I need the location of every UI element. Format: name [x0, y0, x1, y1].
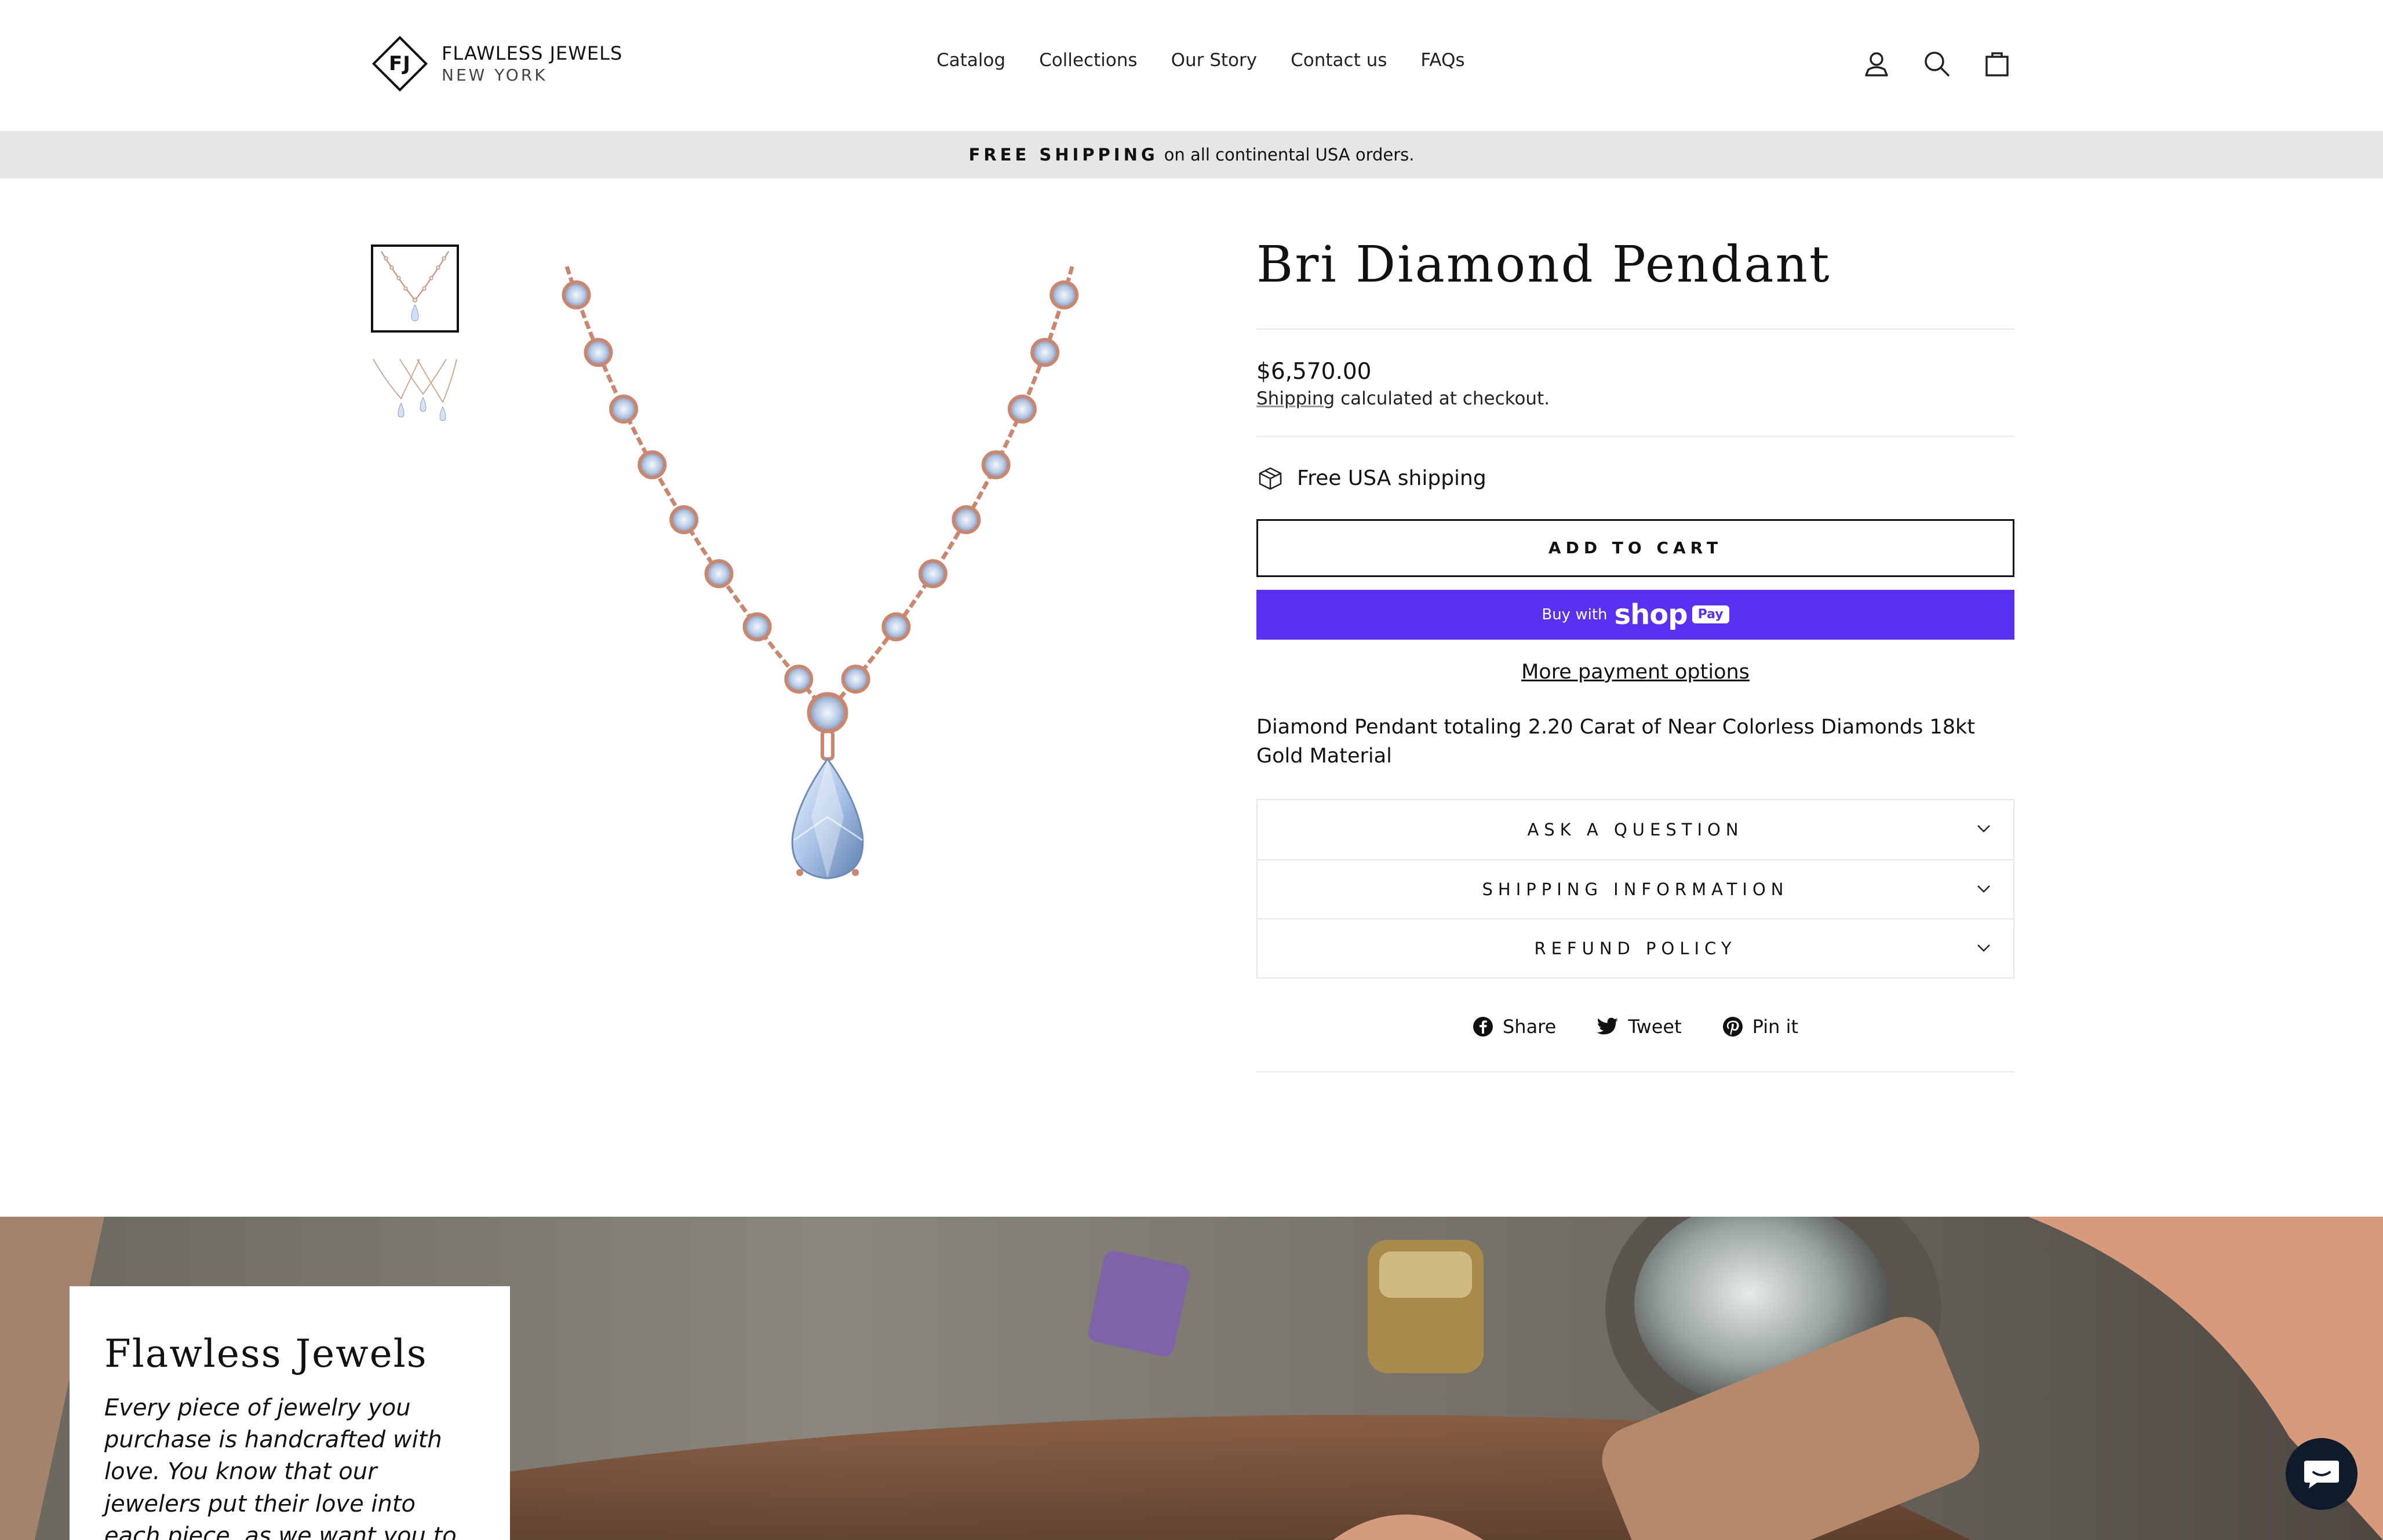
accordion-refund-policy[interactable]: REFUND POLICY	[1258, 918, 2013, 977]
pin-label: Pin it	[1752, 1016, 1799, 1038]
chain-stone	[1050, 280, 1079, 310]
logo-monogram: FJ	[389, 52, 411, 75]
chain-stone	[1030, 338, 1060, 367]
announcement-bold: FREE SHIPPING	[968, 145, 1158, 165]
chain-stone	[742, 612, 772, 641]
chevron-down-icon	[1977, 944, 1990, 952]
thumbnail-necklace-set-image	[373, 359, 457, 421]
accordion-label: ASK A QUESTION	[1527, 820, 1744, 840]
tweet-label: Tweet	[1628, 1016, 1682, 1038]
nav-contact-us[interactable]: Contact us	[1291, 50, 1387, 71]
divider	[1256, 328, 2014, 330]
product-accordion: ASK A QUESTION SHIPPING INFORMATION REFU…	[1256, 799, 2014, 979]
product-description: Diamond Pendant totaling 2.20 Carat of N…	[1256, 715, 1976, 768]
share-facebook[interactable]: Share	[1473, 1016, 1556, 1038]
logo-line1: FLAWLESS JEWELS	[442, 42, 623, 64]
shop-pay-badge: Pay	[1692, 605, 1729, 624]
chain-stone	[609, 395, 639, 424]
main-nav: Catalog Collections Our Story Contact us…	[937, 50, 1499, 71]
chain-stone	[918, 559, 948, 589]
thumbnail-2[interactable]	[371, 353, 459, 441]
divider	[1256, 1071, 2014, 1073]
accordion-label: REFUND POLICY	[1534, 939, 1737, 959]
share-label: Share	[1502, 1016, 1557, 1038]
chain-stone	[784, 665, 814, 694]
more-payment-options-link[interactable]: More payment options	[1256, 660, 2014, 684]
site-header: FJ FLAWLESS JEWELS NEW YORK Catalog Coll…	[0, 0, 2383, 131]
chain-stone	[841, 665, 870, 694]
chain-stone	[669, 505, 699, 534]
package-icon	[1256, 465, 1284, 492]
chat-button[interactable]	[2286, 1438, 2358, 1510]
pendant-illustration	[562, 265, 1079, 880]
chain-stone	[881, 612, 911, 641]
nav-catalog[interactable]: Catalog	[937, 50, 1005, 71]
shop-pay-prefix: Buy with	[1542, 605, 1608, 623]
shop-pay-logo: shop	[1614, 598, 1688, 631]
facebook-icon	[1473, 1017, 1493, 1037]
divider	[1256, 435, 2014, 437]
hero-title: Flawless Jewels	[104, 1331, 428, 1376]
chain-stone	[704, 559, 734, 589]
shipping-note-text: calculated at checkout.	[1335, 388, 1550, 409]
hero-text-card: Flawless Jewels Every piece of jewelry y…	[70, 1286, 510, 1540]
account-icon[interactable]	[1859, 46, 1894, 81]
search-icon[interactable]	[1919, 46, 1954, 81]
accordion-shipping-information[interactable]: SHIPPING INFORMATION	[1258, 859, 2013, 918]
chain-stone	[1007, 395, 1037, 424]
shipping-link[interactable]: Shipping	[1256, 388, 1335, 409]
share-twitter[interactable]: Tweet	[1597, 1016, 1682, 1038]
cart-icon[interactable]	[1980, 46, 2014, 81]
chain-stone	[637, 450, 667, 480]
logo-mark: FJ	[369, 32, 431, 95]
chain-stone	[562, 280, 591, 310]
chat-icon	[2304, 1461, 2339, 1488]
shipping-note: Shipping calculated at checkout.	[1256, 388, 2014, 409]
chain-stone	[952, 505, 981, 534]
product-main-image[interactable]	[522, 261, 1101, 933]
announcement-bar: FREE SHIPPING on all continental USA ord…	[0, 131, 2383, 178]
add-to-cart-button[interactable]: ADD TO CART	[1256, 519, 2014, 577]
shop-pay-button[interactable]: Buy with shop Pay	[1256, 589, 2014, 640]
logo[interactable]: FJ FLAWLESS JEWELS NEW YORK	[369, 32, 622, 95]
accordion-ask-question[interactable]: ASK A QUESTION	[1258, 800, 2013, 859]
hero-text: Every piece of jewelry you purchase is h…	[104, 1395, 457, 1540]
product-title: Bri Diamond Pendant	[1256, 236, 1831, 294]
nav-collections[interactable]: Collections	[1039, 50, 1138, 71]
nav-our-story[interactable]: Our Story	[1171, 50, 1258, 71]
product-info: Bri Diamond Pendant $6,570.00 Shipping c…	[1256, 236, 2014, 1073]
chain-stone	[981, 450, 1011, 480]
free-shipping-label: Free USA shipping	[1297, 466, 1486, 491]
header-icons	[1859, 46, 2014, 81]
pinterest-icon	[1722, 1017, 1743, 1037]
logo-text: FLAWLESS JEWELS NEW YORK	[442, 44, 622, 83]
chevron-down-icon	[1977, 825, 1990, 833]
thumbnail-1[interactable]	[371, 244, 459, 333]
logo-line2: NEW YORK	[442, 65, 548, 85]
social-share: Share Tweet Pin it	[1256, 1016, 2014, 1038]
free-shipping-row: Free USA shipping	[1256, 465, 2014, 492]
chain-stone	[584, 338, 613, 367]
twitter-icon	[1597, 1017, 1619, 1035]
thumbnail-necklace-image	[381, 251, 449, 322]
announcement-text: on all continental USA orders.	[1164, 145, 1415, 165]
accordion-label: SHIPPING INFORMATION	[1482, 880, 1789, 900]
product-price: $6,570.00	[1256, 358, 1372, 385]
nav-faqs[interactable]: FAQs	[1420, 50, 1464, 71]
share-pinterest[interactable]: Pin it	[1722, 1016, 1798, 1038]
chevron-down-icon	[1977, 885, 1990, 893]
